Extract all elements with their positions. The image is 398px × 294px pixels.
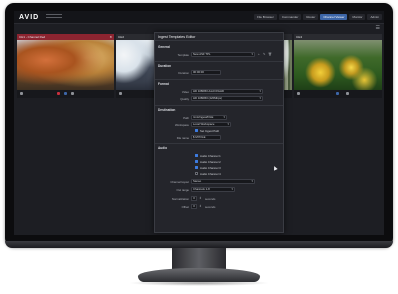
menu-icon[interactable]: ☰ — [376, 25, 380, 31]
chevron-down-icon: ▾ — [259, 96, 261, 100]
monitor-stand-neck — [172, 248, 226, 270]
quality-label: Quality — [180, 97, 189, 101]
normalization-label: Normalization — [171, 197, 189, 201]
audio-channel-2-label: Audio Channel 2 — [200, 160, 221, 164]
template-label: Template — [177, 53, 189, 57]
out-range-select[interactable]: Channels 1-8 ▾ — [191, 187, 235, 192]
offset-label: Offset — [181, 205, 189, 209]
play-icon[interactable] — [119, 92, 122, 95]
set-ingest-path-checkbox[interactable] — [195, 129, 198, 132]
duration-input[interactable]: 00:00:00 — [191, 70, 221, 75]
audio-channel-1-checkbox[interactable] — [195, 154, 198, 157]
monitor-stand-foot — [138, 268, 260, 282]
section-duration: Duration — [158, 64, 172, 68]
screen: AVID File Browser Commander Router Chann… — [14, 11, 384, 235]
offset-unit: seconds — [205, 205, 216, 209]
audio-channel-4-label: Audio Channel 4 — [200, 172, 221, 176]
record-icon[interactable] — [57, 92, 60, 95]
dialog-title: Ingest Templates Editor — [155, 33, 283, 41]
logo-subtitle-lines — [46, 14, 62, 20]
path-select[interactable]: /mnt/ingest/FILE ▾ — [191, 115, 227, 120]
video-tile[interactable]: CH2 — [116, 34, 156, 98]
out-range-label: Out range — [176, 188, 189, 192]
tab-channel-viewer[interactable]: Channel Viewer — [320, 14, 348, 20]
workspace-select[interactable]: Local Workspace ▾ — [191, 122, 231, 127]
ingest-template-dialog: Ingest Templates Editor General Template… — [154, 32, 284, 233]
video-format-label: Video — [181, 90, 189, 94]
chevron-down-icon: ▾ — [251, 179, 253, 183]
add-icon[interactable]: + — [258, 52, 260, 56]
chevron-down-icon: ▾ — [227, 122, 229, 126]
tile-label: CH1 - Channel Red — [19, 35, 46, 39]
chevron-down-icon: ▾ — [251, 52, 253, 56]
video-tile[interactable]: CH4 — [294, 34, 382, 98]
filename-label: File name — [176, 136, 189, 140]
stepper-icon[interactable]: ⇕ — [199, 204, 202, 208]
tab-admin[interactable]: Admin — [367, 14, 382, 20]
stop-icon[interactable] — [64, 92, 67, 95]
section-format: Format — [158, 82, 169, 86]
audio-channel-3-label: Audio Channel 3 — [200, 166, 221, 170]
delete-icon[interactable]: 🗑 — [268, 52, 272, 56]
section-audio: Audio — [158, 146, 168, 150]
settings-icon[interactable] — [71, 92, 74, 95]
tile-controls — [116, 90, 156, 98]
filename-input[interactable]: $ MYFILE — [191, 135, 221, 140]
video-tile[interactable]: CH1 - Channel Red ✕ — [17, 34, 114, 98]
edit-icon[interactable]: ✎ — [263, 52, 266, 56]
section-destination: Destination — [158, 108, 176, 112]
normalization-input[interactable]: 0 — [191, 196, 197, 201]
chevron-down-icon: ▾ — [231, 187, 233, 191]
tab-monitor[interactable]: Monitor — [349, 14, 366, 20]
play-icon[interactable] — [297, 92, 300, 95]
app-header: AVID File Browser Commander Router Chann… — [14, 11, 384, 24]
video-preview — [116, 40, 156, 90]
normalization-unit: seconds — [205, 197, 216, 201]
channel-layout-label: Channel layout — [170, 180, 189, 184]
chevron-down-icon: ▾ — [223, 115, 225, 119]
channel-layout-select[interactable]: Stereo ▾ — [191, 179, 255, 184]
audio-channel-1-label: Audio Channel 1 — [200, 154, 221, 158]
chevron-down-icon: ▾ — [259, 89, 261, 93]
record-icon[interactable] — [336, 92, 339, 95]
tile-controls — [294, 90, 382, 98]
monitor-chin — [5, 241, 393, 248]
tab-router[interactable]: Router — [303, 14, 319, 20]
tab-commander[interactable]: Commander — [278, 14, 302, 20]
tile-label: CH4 — [296, 35, 303, 39]
template-select[interactable]: New ASF TPL ▾ — [191, 52, 255, 57]
workspace-label: Workspace — [175, 123, 189, 127]
settings-icon[interactable] — [346, 92, 349, 95]
video-preview — [294, 40, 382, 90]
audio-channel-4-checkbox[interactable] — [195, 172, 198, 175]
audio-channel-2-checkbox[interactable] — [195, 160, 198, 163]
offset-input[interactable]: 0 — [191, 204, 197, 209]
stepper-icon[interactable]: ⇕ — [199, 196, 202, 200]
tile-controls — [17, 90, 114, 98]
close-icon[interactable]: ✕ — [109, 35, 112, 39]
nav-tabs: File Browser Commander Router Channel Vi… — [254, 14, 382, 20]
tile-label: CH2 — [118, 35, 125, 39]
section-general: General — [158, 45, 170, 49]
play-icon[interactable] — [20, 92, 23, 95]
app-logo: AVID — [19, 14, 40, 21]
video-format-select[interactable]: HD 1080i50 Avid DNxHD ▾ — [191, 89, 263, 94]
path-label: Path — [183, 116, 189, 120]
video-preview — [17, 40, 114, 90]
quality-select[interactable]: HD 1080i50 (220Mbps) ▾ — [191, 96, 263, 101]
audio-channel-3-checkbox[interactable] — [195, 166, 198, 169]
set-ingest-path-label: Set Ingest Path — [200, 129, 220, 133]
tab-file-browser[interactable]: File Browser — [254, 14, 277, 20]
duration-label: Duration — [178, 71, 189, 75]
